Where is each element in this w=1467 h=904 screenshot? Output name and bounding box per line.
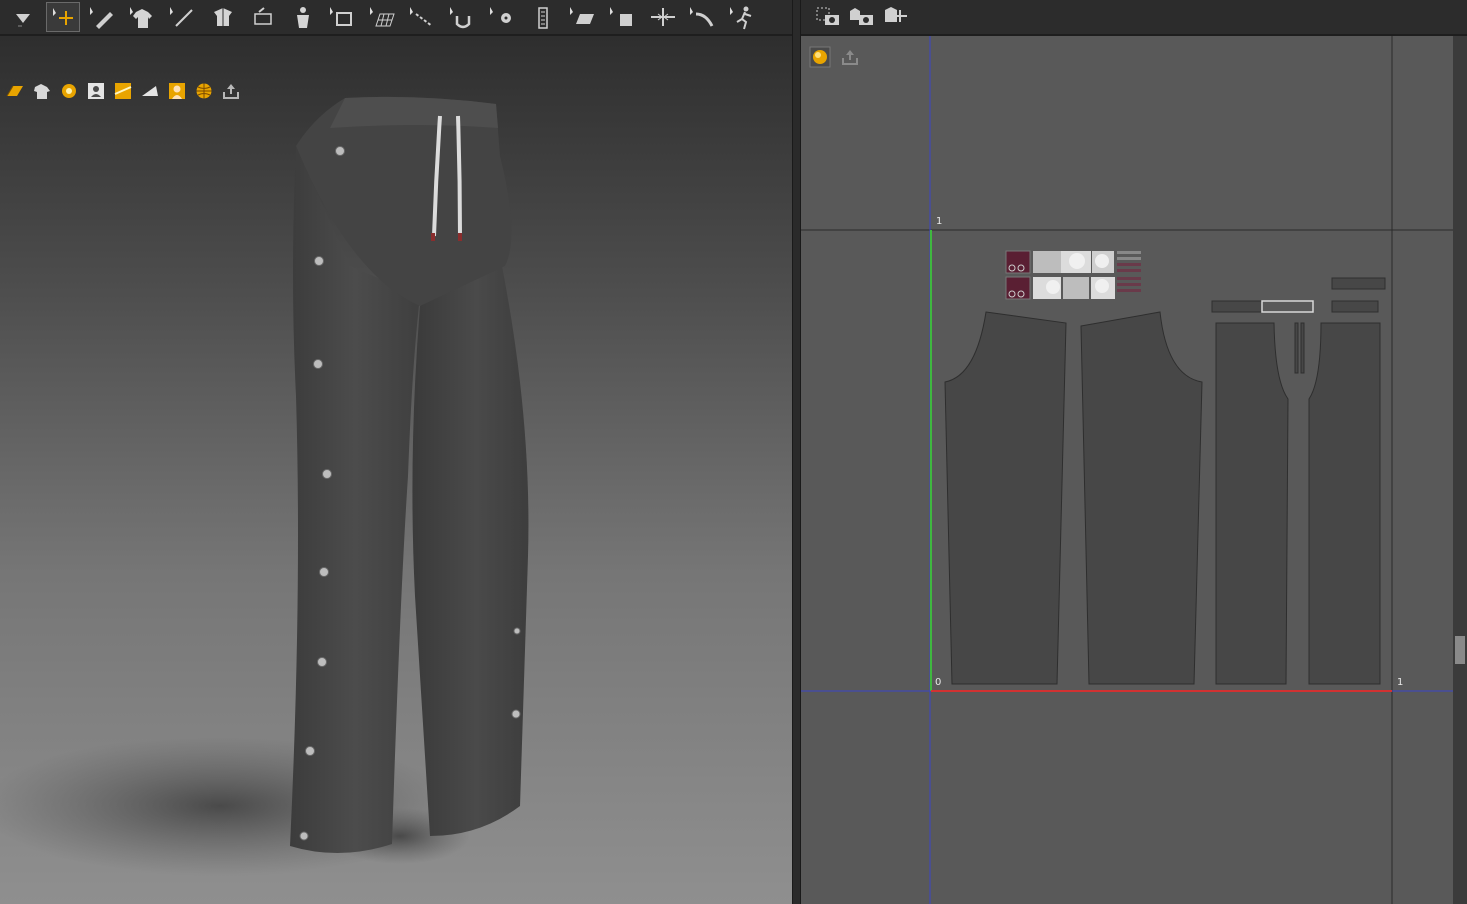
camera-settings-icon[interactable]: [881, 2, 913, 32]
capture-pattern-icon[interactable]: [847, 2, 879, 32]
fly-strip-2: [1300, 322, 1305, 374]
tuck-icon[interactable]: [206, 2, 240, 32]
fold-icon[interactable]: [326, 2, 360, 32]
pattern-back-left: [1080, 311, 1203, 685]
hanger-icon[interactable]: [446, 2, 480, 32]
measure-line-icon[interactable]: [166, 2, 200, 32]
origin-label: 0: [935, 677, 942, 688]
run-simulation-icon[interactable]: [726, 2, 760, 32]
uv-editor-panel: 1 0 1: [801, 0, 1467, 904]
transform-move-icon[interactable]: [46, 2, 80, 32]
v-axis-label: 1: [936, 216, 943, 227]
pants-right-leg: [412, 256, 529, 836]
pattern-front-right: [1215, 322, 1289, 685]
garment-select-icon[interactable]: [126, 2, 160, 32]
texture-swatches: [1005, 250, 1141, 300]
seam-tack-icon[interactable]: [406, 2, 440, 32]
zipper-icon[interactable]: [526, 2, 560, 32]
pin-icon[interactable]: [246, 2, 280, 32]
flip-plane-icon[interactable]: [566, 2, 600, 32]
pattern-pieces: [944, 311, 1381, 685]
uv-scroll-handle[interactable]: [1455, 636, 1465, 664]
pattern-back-right: [1308, 322, 1381, 685]
snapshot-icon[interactable]: [813, 2, 845, 32]
stretch-icon[interactable]: [686, 2, 720, 32]
toolbar-uv: [801, 0, 1467, 36]
button-icon[interactable]: [486, 2, 520, 32]
strengthen-icon[interactable]: [646, 2, 680, 32]
uv-viewport[interactable]: 1 0 1: [801, 36, 1453, 904]
avatar-arrange-icon[interactable]: [286, 2, 320, 32]
drawstring-right: [456, 115, 462, 237]
strap-pieces: [1211, 277, 1386, 313]
box-select-icon[interactable]: [606, 2, 640, 32]
panel-divider[interactable]: [792, 0, 801, 904]
garment-3d-viewport[interactable]: [0, 36, 792, 904]
toolbar-3d: [0, 0, 792, 36]
viewport-3d-panel: [0, 0, 792, 904]
uv-side-scrollbar[interactable]: [1453, 36, 1467, 904]
uv-grid: [801, 36, 1453, 904]
u-axis-label: 1: [1397, 677, 1404, 688]
waistband: [330, 96, 498, 128]
fold-down-icon[interactable]: [6, 2, 40, 32]
grid-texture-icon[interactable]: [366, 2, 400, 32]
fly-strip-1: [1294, 322, 1299, 374]
edit-pen-icon[interactable]: [86, 2, 120, 32]
pattern-front-left: [944, 311, 1067, 685]
garment-render: [0, 96, 529, 876]
